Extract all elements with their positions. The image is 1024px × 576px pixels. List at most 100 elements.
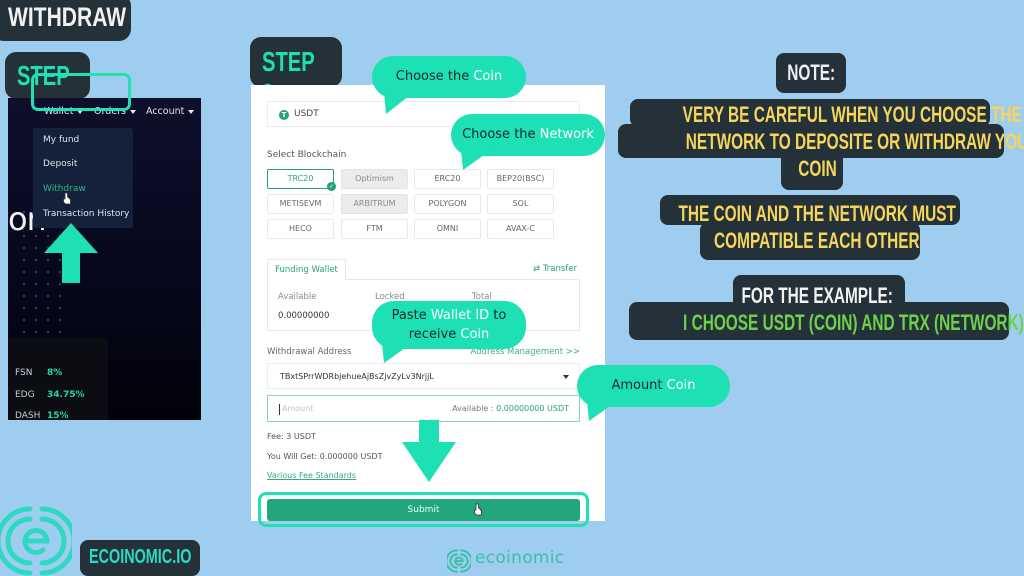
amount-available: Available : 0.00000000 USDT <box>452 404 569 413</box>
example-note: FOR THE EXAMPLE: I CHOOSE USDT (COIN) AN… <box>610 282 1024 336</box>
bubble-highlight: Wallet ID <box>430 308 490 323</box>
note-heading: NOTE: <box>787 60 835 85</box>
bubble-highlight: Coin <box>666 378 696 393</box>
note-heading-box: NOTE: <box>776 53 846 93</box>
ticker-row: EDG 34.75% <box>15 390 85 400</box>
bubble-text: receive <box>408 327 461 342</box>
ticker-row: FSN 8% <box>15 368 62 378</box>
caret-down-icon <box>563 375 569 379</box>
ticker-list: FSN 8% EDG 34.75% DASH 15% <box>8 338 108 420</box>
ticker-symbol: DASH <box>15 411 41 420</box>
bubble-line: Paste Wallet ID to <box>372 306 526 325</box>
footer-brand: ecoinomic <box>475 548 565 568</box>
hand-cursor-icon <box>63 192 71 205</box>
swap-arrows-icon: ⇄ <box>532 264 543 274</box>
tab-funding-wallet[interactable]: Funding Wallet <box>267 259 346 280</box>
chain-option-avax-c[interactable]: AVAX-C <box>487 219 554 239</box>
compatibility-note: THE COIN AND THE NETWORK MUST COMPATIBLE… <box>610 200 1024 254</box>
available-label: Available <box>278 292 317 302</box>
chain-option-heco[interactable]: HECO <box>267 219 334 239</box>
bubble-tail <box>384 92 414 114</box>
page-title: WITHDRAW <box>8 2 127 32</box>
bubble-tail <box>587 401 617 421</box>
ticker-change: 34.75% <box>47 390 85 400</box>
bubble-text: to <box>489 308 507 323</box>
bubble-paste-wallet: Paste Wallet ID to receive Coin <box>372 301 526 363</box>
transfer-label: Transfer <box>542 264 577 274</box>
up-arrow-icon <box>44 223 98 283</box>
brand-name: ECOINOMIC.IO <box>89 546 192 568</box>
bubble-highlight: Coin <box>473 69 503 84</box>
warning-line: COIN <box>797 156 837 181</box>
chain-label: BEP20(BSC) <box>496 174 545 183</box>
chain-label: FTM <box>366 224 383 233</box>
select-blockchain-label: Select Blockchain <box>267 150 347 160</box>
bubble-choose-network: Choose the Network <box>451 114 605 170</box>
fee-standards-link[interactable]: Various Fee Standards <box>267 471 356 480</box>
chain-option-omni[interactable]: OMNI <box>414 219 481 239</box>
chain-option-polygon[interactable]: POLYGON <box>414 194 481 214</box>
caret-down-icon <box>129 109 136 114</box>
menu-item-transaction-history[interactable]: Transaction History <box>43 209 129 219</box>
menu-item-deposit[interactable]: Deposit <box>43 159 77 169</box>
chain-label: Optimism <box>355 174 394 183</box>
coin-value: USDT <box>294 109 319 119</box>
warning-note: VERY BE CAREFUL WHEN YOU CHOOSE THE NETW… <box>610 101 1024 182</box>
chain-label: HECO <box>289 224 312 233</box>
warning-line: NETWORK TO DEPOSITE OR WITHDRAW YOUR <box>685 129 1024 154</box>
chain-label: OMNI <box>436 224 459 233</box>
bubble-amount-coin: Amount Coin <box>577 365 730 421</box>
compat-line: COMPATIBLE EACH OTHER <box>714 228 920 253</box>
bubble-tail <box>461 150 491 170</box>
fee-text: Fee: 3 USDT <box>267 432 316 441</box>
chain-option-optimism[interactable]: Optimism <box>341 169 408 189</box>
hand-cursor-icon <box>474 503 482 516</box>
warning-line: VERY BE CAREFUL WHEN YOU CHOOSE THE <box>682 102 1022 127</box>
withdraw-highlight-frame <box>31 73 131 111</box>
address-value: TBxtSPrrWDRbjehueAjBsZjvZyLv3NrjjL <box>280 372 434 381</box>
chain-option-arbitrum[interactable]: ARBITRUM <box>341 194 408 214</box>
amount-available-value: 0.00000000 USDT <box>496 404 569 413</box>
submit-highlight-frame <box>258 492 589 527</box>
nav-account-label: Account <box>146 106 185 117</box>
chain-label: POLYGON <box>428 199 467 208</box>
nav-account[interactable]: Account <box>146 106 195 117</box>
bubble-highlight: Network <box>539 127 594 142</box>
down-arrow-icon <box>402 420 456 482</box>
withdrawal-address-select[interactable]: TBxtSPrrWDRbjehueAjBsZjvZyLv3NrjjL <box>267 363 580 389</box>
bubble-text: Amount <box>611 378 667 393</box>
chain-label: TRC20 <box>287 174 314 183</box>
ticker-change: 15% <box>47 411 69 420</box>
available-value: 0.00000000 <box>278 311 330 321</box>
check-icon: ✓ <box>327 182 336 191</box>
compat-line: THE COIN AND THE NETWORK MUST <box>678 201 956 226</box>
page-title-badge: WITHDRAW <box>0 0 131 41</box>
ticker-row: DASH 15% <box>15 411 69 420</box>
caret-down-icon <box>188 109 195 114</box>
chain-option-trc20[interactable]: TRC20 ✓ <box>267 169 336 191</box>
bubble-highlight: Coin <box>460 327 490 342</box>
chain-option-ftm[interactable]: FTM <box>341 219 408 239</box>
bubble-text: Paste <box>391 308 431 323</box>
chain-label: ERC20 <box>434 174 461 183</box>
bubble-choose-coin: Choose the Coin <box>372 56 526 114</box>
chain-label: METISEVM <box>279 199 322 208</box>
amount-input[interactable]: Amount Available : 0.00000000 USDT <box>267 395 580 422</box>
chain-option-metisevm[interactable]: METISEVM <box>267 194 334 214</box>
you-will-get-text: You Will Get: 0.000000 USDT <box>267 452 383 461</box>
chain-label: ARBITRUM <box>353 199 396 208</box>
bubble-tail <box>382 343 412 363</box>
ticker-change: 8% <box>47 368 63 378</box>
chain-option-bep20[interactable]: BEP20(BSC) <box>487 169 554 189</box>
amount-available-label: Available : <box>452 404 494 413</box>
step1-screenshot: Wallet Orders Account orr My fund Deposi… <box>8 98 201 420</box>
text-cursor <box>279 404 280 415</box>
step2-badge: STEP 2 <box>250 37 342 109</box>
withdrawal-address-label: Withdrawal Address <box>267 347 352 357</box>
menu-item-my-fund[interactable]: My fund <box>43 135 79 145</box>
chain-option-sol[interactable]: SOL <box>487 194 554 214</box>
chain-label: SOL <box>512 199 529 208</box>
transfer-link[interactable]: ⇄ Transfer <box>533 264 577 274</box>
chain-label: AVAX-C <box>506 224 535 233</box>
chain-option-erc20[interactable]: ERC20 <box>414 169 481 189</box>
